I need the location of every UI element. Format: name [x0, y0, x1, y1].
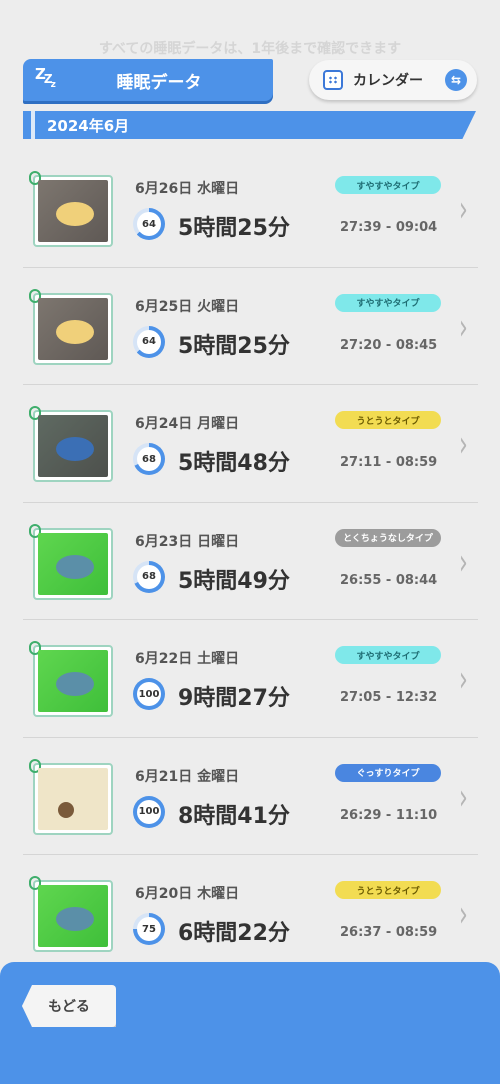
sleeping-creature: [56, 907, 94, 931]
sleep-thumbnail: [29, 523, 113, 600]
entry-date: 6月22日 土曜日: [135, 651, 240, 667]
sleep-picture: [38, 180, 108, 242]
sleep-type-badge: すやすやタイプ: [335, 646, 441, 664]
month-header: 2024年6月: [23, 111, 476, 139]
entry-date: 6月20日 木曜日: [135, 886, 240, 902]
sleeping-creature: [56, 319, 94, 344]
sleep-time-range: 27:20 - 08:45: [340, 337, 438, 353]
sleep-score: 100: [137, 682, 161, 706]
calendar-button[interactable]: カレンダー ⇆: [309, 60, 477, 100]
sleep-score: 100: [137, 799, 161, 824]
sleep-picture: [38, 415, 108, 477]
sleep-picture: [38, 885, 108, 947]
sleep-picture: [38, 297, 108, 360]
sleep-type-badge: ぐっすりタイプ: [335, 763, 441, 782]
chevron-right-icon: ›: [459, 190, 468, 231]
sleep-score: 64: [137, 329, 161, 354]
sleep-entry-list: 6月26日 水曜日 64 5時間25分 すやすやタイプ 27:39 - 09:0…: [23, 150, 478, 973]
calendar-label: カレンダー: [353, 73, 423, 89]
sleep-thumbnail: [29, 641, 113, 717]
list-item[interactable]: 6月21日 金曜日 100 8時間41分 ぐっすりタイプ 26:29 - 11:…: [23, 738, 478, 855]
entry-date: 6月21日 金曜日: [135, 768, 240, 785]
list-item[interactable]: 6月22日 土曜日 100 9時間27分 すやすやタイプ 27:05 - 12:…: [23, 620, 478, 738]
sleep-score-ring: 64: [133, 208, 165, 240]
sleep-type-badge: うとうとタイプ: [335, 881, 441, 899]
chevron-right-icon: ›: [459, 543, 468, 583]
sleep-score: 64: [137, 212, 161, 236]
sleep-time-range: 27:11 - 08:59: [340, 455, 438, 470]
sleep-time-range: 26:29 - 11:10: [340, 807, 438, 823]
chevron-right-icon: ›: [459, 778, 468, 818]
sleep-type-badge: すやすやタイプ: [335, 176, 441, 194]
sleep-thumbnail: [29, 406, 113, 482]
sleep-duration: 6時間22分: [178, 921, 290, 946]
sleep-thumbnail: [29, 876, 113, 952]
sleep-score-ring: 100: [133, 795, 165, 828]
sleep-score: 68: [137, 564, 161, 589]
sleep-type-badge: とくちょうなしタイプ: [335, 528, 441, 547]
list-item[interactable]: 6月20日 木曜日 75 6時間22分 うとうとタイプ 26:37 - 08:5…: [23, 855, 478, 973]
sleeping-creature: [56, 554, 94, 579]
sleep-score: 68: [137, 447, 161, 471]
list-item[interactable]: 6月24日 月曜日 68 5時間48分 うとうとタイプ 27:11 - 08:5…: [23, 385, 478, 503]
sleep-duration: 8時間41分: [178, 803, 290, 829]
chevron-right-icon: ›: [459, 425, 468, 466]
entry-date: 6月24日 月曜日: [135, 416, 240, 432]
sleep-duration: 5時間25分: [178, 333, 290, 359]
sleep-picture: [38, 650, 108, 712]
sleep-type-badge: すやすやタイプ: [335, 293, 441, 312]
sleep-data-tab: ZZz 睡眠データ: [23, 59, 273, 101]
swap-icon: ⇆: [445, 69, 467, 91]
chevron-right-icon: ›: [459, 895, 468, 936]
list-item[interactable]: 6月23日 日曜日 68 5時間49分 とくちょうなしタイプ 26:55 - 0…: [23, 503, 478, 620]
zzz-icon: ZZz: [35, 65, 56, 90]
sleep-duration: 9時間27分: [178, 686, 290, 711]
entry-date: 6月25日 火曜日: [135, 298, 240, 315]
sleep-time-range: 27:05 - 12:32: [340, 690, 438, 705]
month-label: 2024年6月: [47, 116, 130, 135]
list-item[interactable]: 6月26日 水曜日 64 5時間25分 すやすやタイプ 27:39 - 09:0…: [23, 150, 478, 268]
sleep-time-range: 26:37 - 08:59: [340, 925, 438, 940]
sleep-score: 75: [137, 917, 161, 941]
sleep-score-ring: 68: [133, 560, 165, 593]
chevron-right-icon: ›: [459, 308, 468, 348]
list-item[interactable]: 6月25日 火曜日 64 5時間25分 すやすやタイプ 27:20 - 08:4…: [23, 268, 478, 385]
sleep-picture: [38, 767, 108, 830]
sleeping-creature: [56, 437, 94, 461]
chevron-right-icon: ›: [459, 660, 468, 701]
sleep-time-range: 26:55 - 08:44: [340, 572, 438, 588]
sleep-duration: 5時間48分: [178, 451, 290, 476]
header-faded-note: すべての睡眠データは、1年後まで確認できます: [98, 41, 402, 57]
sleep-score-ring: 100: [133, 678, 165, 710]
sleeping-creature: [56, 202, 94, 226]
sleep-time-range: 27:39 - 09:04: [340, 220, 438, 235]
sleep-thumbnail: [29, 758, 113, 835]
calendar-icon: [323, 70, 343, 90]
sleep-picture: [38, 532, 108, 595]
sleeping-creature: [56, 672, 94, 696]
sleep-thumbnail: [29, 288, 113, 365]
sleep-thumbnail: [29, 171, 113, 247]
sleep-score-ring: 64: [133, 325, 165, 358]
sleep-score-ring: 75: [133, 913, 165, 945]
back-button[interactable]: もどる: [22, 985, 116, 1027]
entry-date: 6月23日 日曜日: [135, 533, 240, 550]
page-title: 睡眠データ: [116, 72, 202, 93]
sleep-type-badge: うとうとタイプ: [335, 411, 441, 429]
entry-date: 6月26日 水曜日: [135, 181, 240, 197]
sleep-score-ring: 68: [133, 443, 165, 475]
footer-bar: もどる: [0, 962, 500, 1084]
sleeping-creature: [58, 801, 74, 818]
sleep-duration: 5時間49分: [178, 568, 290, 594]
sleep-duration: 5時間25分: [178, 216, 290, 241]
